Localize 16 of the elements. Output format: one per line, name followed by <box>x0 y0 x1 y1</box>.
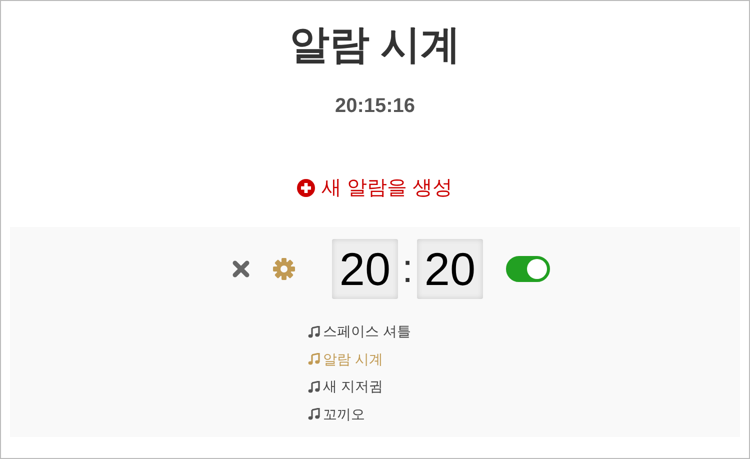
plus-icon <box>297 179 316 197</box>
alarm-toggle[interactable] <box>506 256 550 282</box>
music-note-icon <box>308 380 320 393</box>
minute-field[interactable]: 20 <box>417 239 483 299</box>
music-note-icon <box>308 326 320 338</box>
hour-field[interactable]: 20 <box>332 239 398 299</box>
music-note-icon <box>308 408 320 420</box>
delete-icon[interactable] <box>230 258 252 280</box>
time-separator: : <box>400 246 414 293</box>
sound-item[interactable]: 스페이스 셔틀 <box>308 318 418 346</box>
page-title: 알람 시계 <box>289 22 461 69</box>
new-alarm-button[interactable]: 새 알람을 생성 <box>297 173 453 203</box>
sound-item[interactable]: 새 지저귐 <box>308 373 418 400</box>
sound-item[interactable]: 꼬끼오 <box>308 400 418 428</box>
music-note-icon <box>308 353 320 366</box>
current-time: 20:15:16 <box>334 94 416 119</box>
